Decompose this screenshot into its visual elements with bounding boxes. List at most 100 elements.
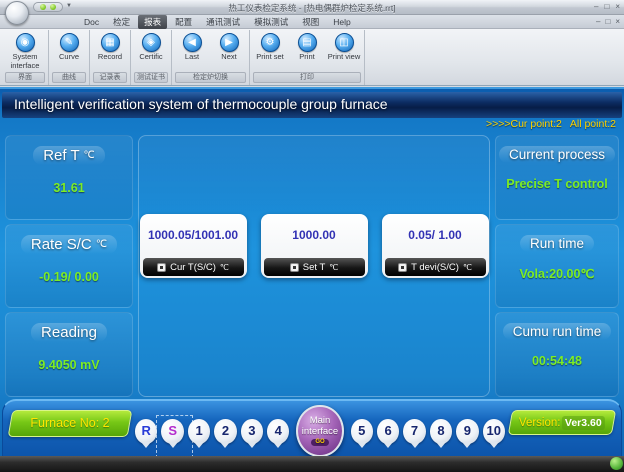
set-t-card: 1000.00 Set T ℃ — [261, 214, 368, 278]
next-button[interactable]: ▶ Next — [211, 31, 247, 62]
toolbar-group-interface: ◉ System interface 界面 — [2, 30, 49, 85]
title-bar: ▼ 热工仪表检定系统 - [热电偶群炉检定系统.rrt] – □ × — [0, 0, 624, 15]
cur-point-label: >>>>Cur point:2 — [486, 118, 562, 130]
run-time-label: Run time — [530, 236, 584, 251]
menu-item-doc[interactable]: Doc — [78, 16, 105, 28]
channel-button-2[interactable]: 2 — [214, 419, 236, 444]
print-set-icon: ⚙ — [261, 33, 280, 52]
print-set-button[interactable]: ⚙ Print set — [252, 31, 288, 62]
ref-t-section: Ref T ℃ 31.61 — [5, 135, 133, 220]
cur-t-band: Cur T(S/C) ℃ — [143, 258, 244, 276]
menu-item-sim-test[interactable]: 模拟测试 — [248, 15, 294, 29]
set-t-band: Set T ℃ — [264, 258, 365, 276]
main-interface-button[interactable]: Main interface GO — [296, 405, 343, 457]
channel-button-8[interactable]: 8 — [430, 419, 452, 444]
channel-button-10[interactable]: 10 — [483, 419, 505, 444]
toolbar-group-label: 记录表 — [93, 72, 127, 83]
system-banner: Intelligent verification system of therm… — [2, 92, 622, 118]
checkbox-icon[interactable] — [157, 263, 166, 272]
toolbar-group-label: 界面 — [5, 72, 45, 83]
checkbox-icon[interactable] — [398, 263, 407, 272]
last-button[interactable]: ◀ Last — [174, 31, 210, 62]
points-status: >>>>Cur point:2All point:2 — [0, 118, 624, 133]
system-interface-icon: ◉ — [16, 33, 35, 52]
bottom-bar: Furnace No: 2 R S 1 2 3 4 Main interface… — [2, 399, 622, 456]
curve-icon: ✎ — [60, 33, 79, 52]
channel-button-4[interactable]: 4 — [267, 419, 289, 444]
toolbar-group-label: 检定炉切换 — [175, 72, 246, 83]
rate-value: -0.19/ 0.00 — [39, 270, 99, 284]
channel-button-1[interactable]: 1 — [188, 419, 210, 444]
version-label: Version: — [519, 417, 561, 429]
menu-item-verify[interactable]: 检定 — [107, 15, 136, 29]
menu-item-help[interactable]: Help — [327, 16, 356, 28]
channel-button-9[interactable]: 9 — [456, 419, 478, 444]
print-view-button[interactable]: ◫ Print view — [326, 31, 362, 62]
restore-button[interactable]: □ — [604, 2, 609, 12]
furnace-number-badge: Furnace No: 2 — [8, 410, 133, 437]
cumu-run-time-label: Cumu run time — [513, 324, 602, 339]
rate-label: Rate S/C — [31, 236, 92, 253]
current-process-label: Current process — [509, 147, 605, 162]
channel-button-5[interactable]: 5 — [351, 419, 373, 444]
status-strip — [0, 456, 624, 472]
main-interface-line2: interface — [302, 427, 338, 438]
menu-item-comm-test[interactable]: 通讯测试 — [200, 15, 246, 29]
print-view-icon: ◫ — [335, 33, 354, 52]
minimize-button[interactable]: – — [594, 2, 598, 12]
toolbar-group-label: 打印 — [253, 72, 361, 83]
version-badge: Version: Ver3.60 — [508, 410, 616, 435]
set-t-value: 1000.00 — [261, 214, 368, 256]
channel-button-3[interactable]: 3 — [241, 419, 263, 444]
ref-t-label: Ref T — [43, 147, 79, 164]
center-panel: 1000.05/1001.00 Cur T(S/C) ℃ 1000.00 Set… — [138, 135, 490, 397]
cur-t-card: 1000.05/1001.00 Cur T(S/C) ℃ — [140, 214, 247, 278]
record-icon: ▦ — [101, 33, 120, 52]
checkbox-icon[interactable] — [290, 263, 299, 272]
set-t-label: Set T — [303, 262, 326, 273]
mdi-restore-button[interactable]: □ — [605, 17, 610, 26]
toolbar-group-furnace-switch: ◀ Last ▶ Next 检定炉切换 — [172, 30, 250, 85]
reading-section: Reading 9.4050 mV — [5, 312, 133, 397]
t-devi-unit: ℃ — [463, 263, 472, 272]
close-button[interactable]: × — [615, 2, 620, 12]
menu-item-report[interactable]: 报表 — [138, 15, 167, 29]
set-t-unit: ℃ — [329, 263, 338, 272]
application-window: ▼ 热工仪表检定系统 - [热电偶群炉检定系统.rrt] – □ × Doc 检… — [0, 0, 624, 472]
menu-item-config[interactable]: 配置 — [169, 15, 198, 29]
certificate-button[interactable]: ◈ Certific — [133, 31, 169, 62]
furnace-number-label: Furnace No: 2 — [11, 411, 129, 436]
app-orb-button[interactable] — [5, 1, 29, 25]
channel-button-s[interactable]: S — [161, 419, 183, 444]
run-time-section: Run time Vola:20.00℃ — [495, 224, 619, 309]
t-devi-card: 0.05/ 1.00 T devi(S/C) ℃ — [382, 214, 489, 278]
vola-prefix: Vola: — [520, 267, 550, 281]
t-devi-band: T devi(S/C) ℃ — [385, 258, 486, 276]
mdi-close-button[interactable]: × — [615, 17, 620, 26]
mdi-minimize-button[interactable]: – — [596, 17, 600, 26]
cur-t-unit: ℃ — [220, 263, 229, 272]
rate-section: Rate S/C ℃ -0.19/ 0.00 — [5, 224, 133, 309]
reading-value: 9.4050 mV — [38, 358, 99, 372]
go-badge: GO — [311, 439, 328, 446]
toolbar-group-print: ⚙ Print set ▤ Print ◫ Print view 打印 — [250, 30, 365, 85]
channel-button-r[interactable]: R — [135, 419, 157, 444]
menu-item-view[interactable]: 视图 — [296, 15, 325, 29]
last-icon: ◀ — [183, 33, 202, 52]
next-icon: ▶ — [220, 33, 239, 52]
toolbar-group-label: 测试证书 — [134, 72, 168, 83]
toolbar-group-label: 曲线 — [52, 72, 86, 83]
cumu-run-time-value: 00:54:48 — [532, 354, 582, 368]
run-time-value: Vola:20.00℃ — [520, 266, 595, 281]
curve-button[interactable]: ✎ Curve — [51, 31, 87, 62]
toolbar: ◉ System interface 界面 ✎ Curve 曲线 ▦ Recor… — [0, 29, 624, 86]
print-button[interactable]: ▤ Print — [289, 31, 325, 62]
channel-button-6[interactable]: 6 — [377, 419, 399, 444]
record-button[interactable]: ▦ Record — [92, 31, 128, 62]
toolbar-group-certificate: ◈ Certific 测试证书 — [131, 30, 172, 85]
system-interface-button[interactable]: ◉ System interface — [4, 31, 46, 70]
ref-t-unit: ℃ — [84, 150, 95, 161]
main-panel: Intelligent verification system of therm… — [0, 87, 624, 472]
cur-t-value: 1000.05/1001.00 — [140, 214, 247, 256]
channel-button-7[interactable]: 7 — [403, 419, 425, 444]
